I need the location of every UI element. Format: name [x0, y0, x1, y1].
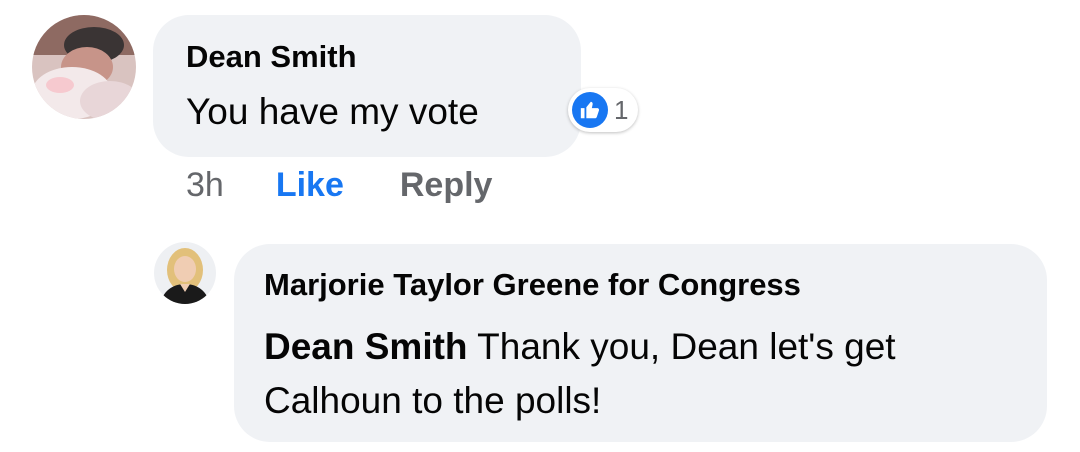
reply-bubble: Marjorie Taylor Greene for Congress Dean… — [234, 244, 1047, 442]
like-button[interactable]: Like — [276, 166, 344, 205]
reply-text: Dean Smith Thank you, Dean let's get Cal… — [264, 320, 1034, 428]
comment-author-name[interactable]: Dean Smith — [186, 39, 357, 75]
avatar-photo — [154, 242, 216, 304]
avatar-photo — [32, 15, 136, 119]
reaction-count-pill[interactable]: 1 — [568, 88, 639, 132]
mention-tag[interactable]: Dean Smith — [264, 326, 468, 367]
reply-author-avatar[interactable] — [154, 242, 216, 304]
reply-button[interactable]: Reply — [400, 166, 493, 205]
reply-author-name[interactable]: Marjorie Taylor Greene for Congress — [264, 267, 801, 303]
comment-text: You have my vote — [186, 91, 479, 132]
thumbs-up-icon — [572, 92, 608, 128]
comment-bubble: Dean Smith You have my vote — [153, 15, 581, 157]
comment-actions: 3h Like Reply — [186, 166, 492, 205]
reaction-count: 1 — [614, 94, 629, 125]
commenter-avatar[interactable] — [32, 15, 136, 119]
comment-timestamp[interactable]: 3h — [186, 166, 224, 205]
